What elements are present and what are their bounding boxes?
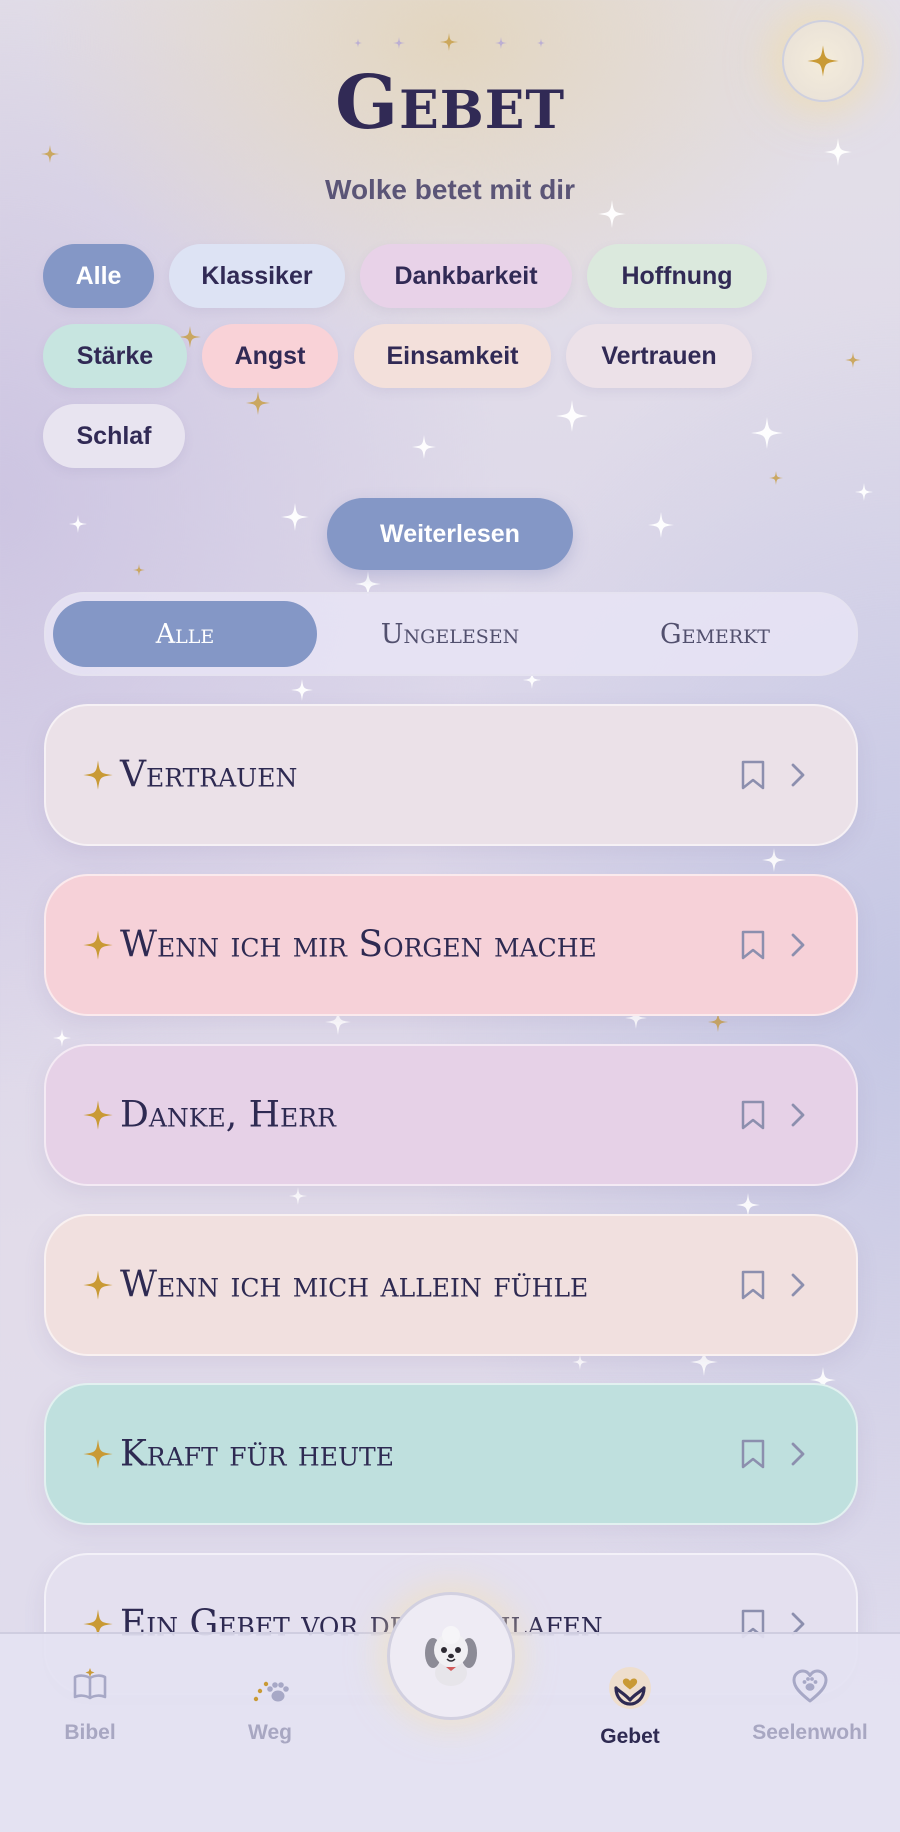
nav-item-bibel[interactable]: Bibel: [0, 1666, 180, 1745]
chevron-right-icon: [791, 1273, 805, 1297]
bookmark-icon[interactable]: [740, 1270, 766, 1300]
filter-chip-vertrauen[interactable]: Vertrauen: [566, 324, 752, 388]
filter-chip-angst[interactable]: Angst: [202, 324, 338, 388]
read-status-segmented-control: Alle Ungelesen Gemerkt: [44, 592, 858, 676]
bookmark-icon[interactable]: [740, 1100, 766, 1130]
gold-star-icon: [83, 1270, 113, 1300]
bookmark-icon[interactable]: [740, 930, 766, 960]
prayer-title: Wenn ich mir Sorgen mache: [120, 924, 597, 966]
dog-mascot-icon: [425, 1626, 477, 1686]
filter-chip-dankbarkeit[interactable]: Dankbarkeit: [360, 244, 572, 308]
segment-gemerkt[interactable]: Gemerkt: [583, 601, 847, 667]
prayer-title: Danke, Herr: [120, 1094, 336, 1136]
filter-chip-einsamkeit[interactable]: Einsamkeit: [354, 324, 551, 388]
nav-item-gebet[interactable]: Gebet: [540, 1666, 720, 1749]
nav-item-weg[interactable]: Weg: [180, 1666, 360, 1745]
page-subtitle: Wolke betet mit dir: [325, 174, 575, 205]
chevron-right-icon: [791, 763, 805, 787]
chevron-right-icon: [791, 933, 805, 957]
nav-item-seelenwohl[interactable]: Seelenwohl: [720, 1666, 900, 1745]
paw-path-icon: [253, 1681, 289, 1702]
book-icon: [73, 1668, 107, 1700]
prayer-card-sorgen[interactable]: Wenn ich mir Sorgen mache: [44, 874, 858, 1016]
chevron-right-icon: [791, 1103, 805, 1127]
gold-star-icon: [83, 930, 113, 960]
page-title: Gebet: [334, 60, 566, 146]
gold-star-icon: [83, 760, 113, 790]
filter-chip-staerke[interactable]: Stärke: [43, 324, 187, 388]
filter-chip-klassiker[interactable]: Klassiker: [169, 244, 345, 308]
nav-label: Gebet: [600, 1725, 660, 1748]
segment-ungelesen[interactable]: Ungelesen: [318, 601, 582, 667]
bookmark-icon[interactable]: [740, 1439, 766, 1469]
mascot-home-button[interactable]: [387, 1592, 515, 1720]
nav-label: Weg: [248, 1721, 292, 1744]
nav-label: Seelenwohl: [752, 1721, 868, 1744]
gold-star-icon: [83, 1439, 113, 1469]
segment-alle[interactable]: Alle: [53, 601, 317, 667]
prayer-title: Wenn ich mich allein fühle: [120, 1264, 589, 1306]
filter-chip-hoffnung[interactable]: Hoffnung: [587, 244, 767, 308]
filter-chip-schlaf[interactable]: Schlaf: [43, 404, 185, 468]
chevron-right-icon: [791, 1442, 805, 1466]
continue-reading-button[interactable]: Weiterlesen: [327, 498, 573, 570]
prayer-card-allein[interactable]: Wenn ich mich allein fühle: [44, 1214, 858, 1356]
prayer-title: Vertrauen: [120, 754, 298, 796]
prayer-card-kraft[interactable]: Kraft für heute: [44, 1383, 858, 1525]
prayer-card-danke[interactable]: Danke, Herr: [44, 1044, 858, 1186]
praying-heart-icon: [609, 1667, 651, 1709]
gold-star-icon: [83, 1100, 113, 1130]
heart-paw-icon: [792, 1669, 828, 1703]
nav-label: Bibel: [64, 1721, 116, 1744]
prayer-title: Kraft für heute: [120, 1433, 394, 1475]
filter-chip-alle[interactable]: Alle: [43, 244, 154, 308]
bookmark-icon[interactable]: [740, 760, 766, 790]
prayer-card-vertrauen[interactable]: Vertrauen: [44, 704, 858, 846]
